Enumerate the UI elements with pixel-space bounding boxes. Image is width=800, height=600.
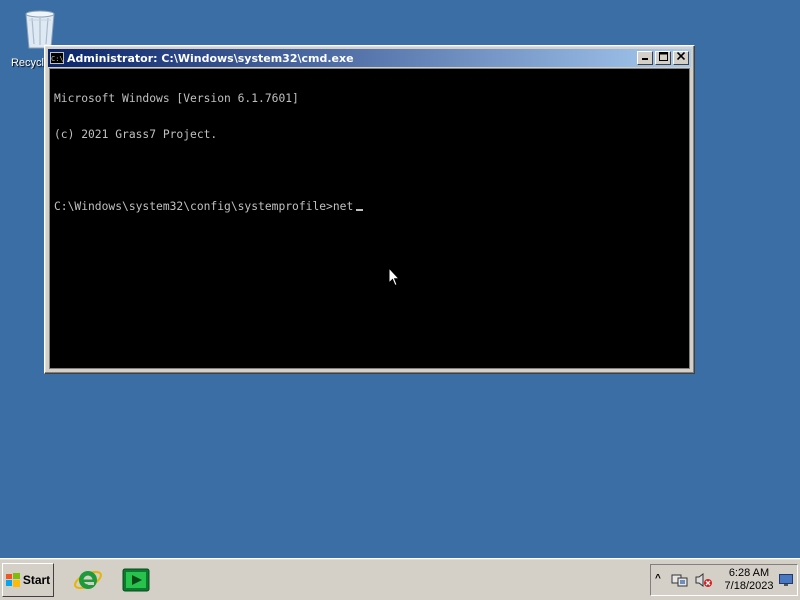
mouse-pointer-icon — [388, 267, 400, 287]
media-player-icon — [122, 568, 150, 592]
clock-date: 7/18/2023 — [724, 580, 774, 592]
clock-time: 6:28 AM — [728, 567, 770, 579]
clock[interactable]: 6:28 AM 7/18/2023 — [721, 567, 777, 593]
volume-muted-icon[interactable] — [695, 572, 713, 588]
text-cursor — [356, 209, 364, 211]
quick-launch-internet-explorer[interactable] — [72, 564, 104, 596]
start-button[interactable]: Start — [2, 563, 54, 597]
recycle-bin-icon — [25, 10, 55, 49]
windows-flag-icon — [5, 573, 20, 587]
close-icon — [676, 51, 686, 61]
internet-explorer-icon — [74, 570, 102, 590]
console-output[interactable]: Microsoft Windows [Version 6.1.7601] (c)… — [49, 68, 690, 369]
taskbar: Start ^ 6:28 AM 7/18/2023 — [0, 558, 800, 600]
close-button[interactable] — [673, 51, 689, 65]
start-label: Start — [22, 573, 51, 587]
maximize-button[interactable] — [655, 51, 671, 65]
show-hidden-icons-button[interactable]: ^ — [655, 573, 661, 584]
console-prompt: C:\Windows\system32\config\systemprofile… — [54, 200, 354, 213]
cmd-window[interactable]: C:\ Administrator: C:\Windows\system32\c… — [44, 45, 695, 374]
console-line: Microsoft Windows [Version 6.1.7601] — [54, 92, 299, 105]
minimize-button[interactable] — [637, 51, 653, 65]
show-desktop-icon[interactable] — [779, 574, 793, 587]
console-prompt-line: C:\Windows\system32\config\systemprofile… — [54, 201, 685, 213]
console-line: (c) 2021 Grass7 Project. — [54, 128, 218, 141]
network-icon[interactable] — [671, 573, 689, 589]
minimize-icon — [642, 58, 648, 60]
quick-launch-media-player[interactable] — [120, 564, 152, 596]
cmd-icon[interactable]: C:\ — [50, 52, 64, 64]
window-title: Administrator: C:\Windows\system32\cmd.e… — [67, 51, 354, 65]
window-titlebar[interactable]: C:\ Administrator: C:\Windows\system32\c… — [48, 49, 691, 67]
system-tray: ^ 6:28 AM 7/18/2023 — [650, 564, 798, 596]
maximize-icon — [658, 52, 668, 61]
desktop[interactable]: Recycle Bin C:\ Administrator: C:\Window… — [0, 0, 800, 600]
